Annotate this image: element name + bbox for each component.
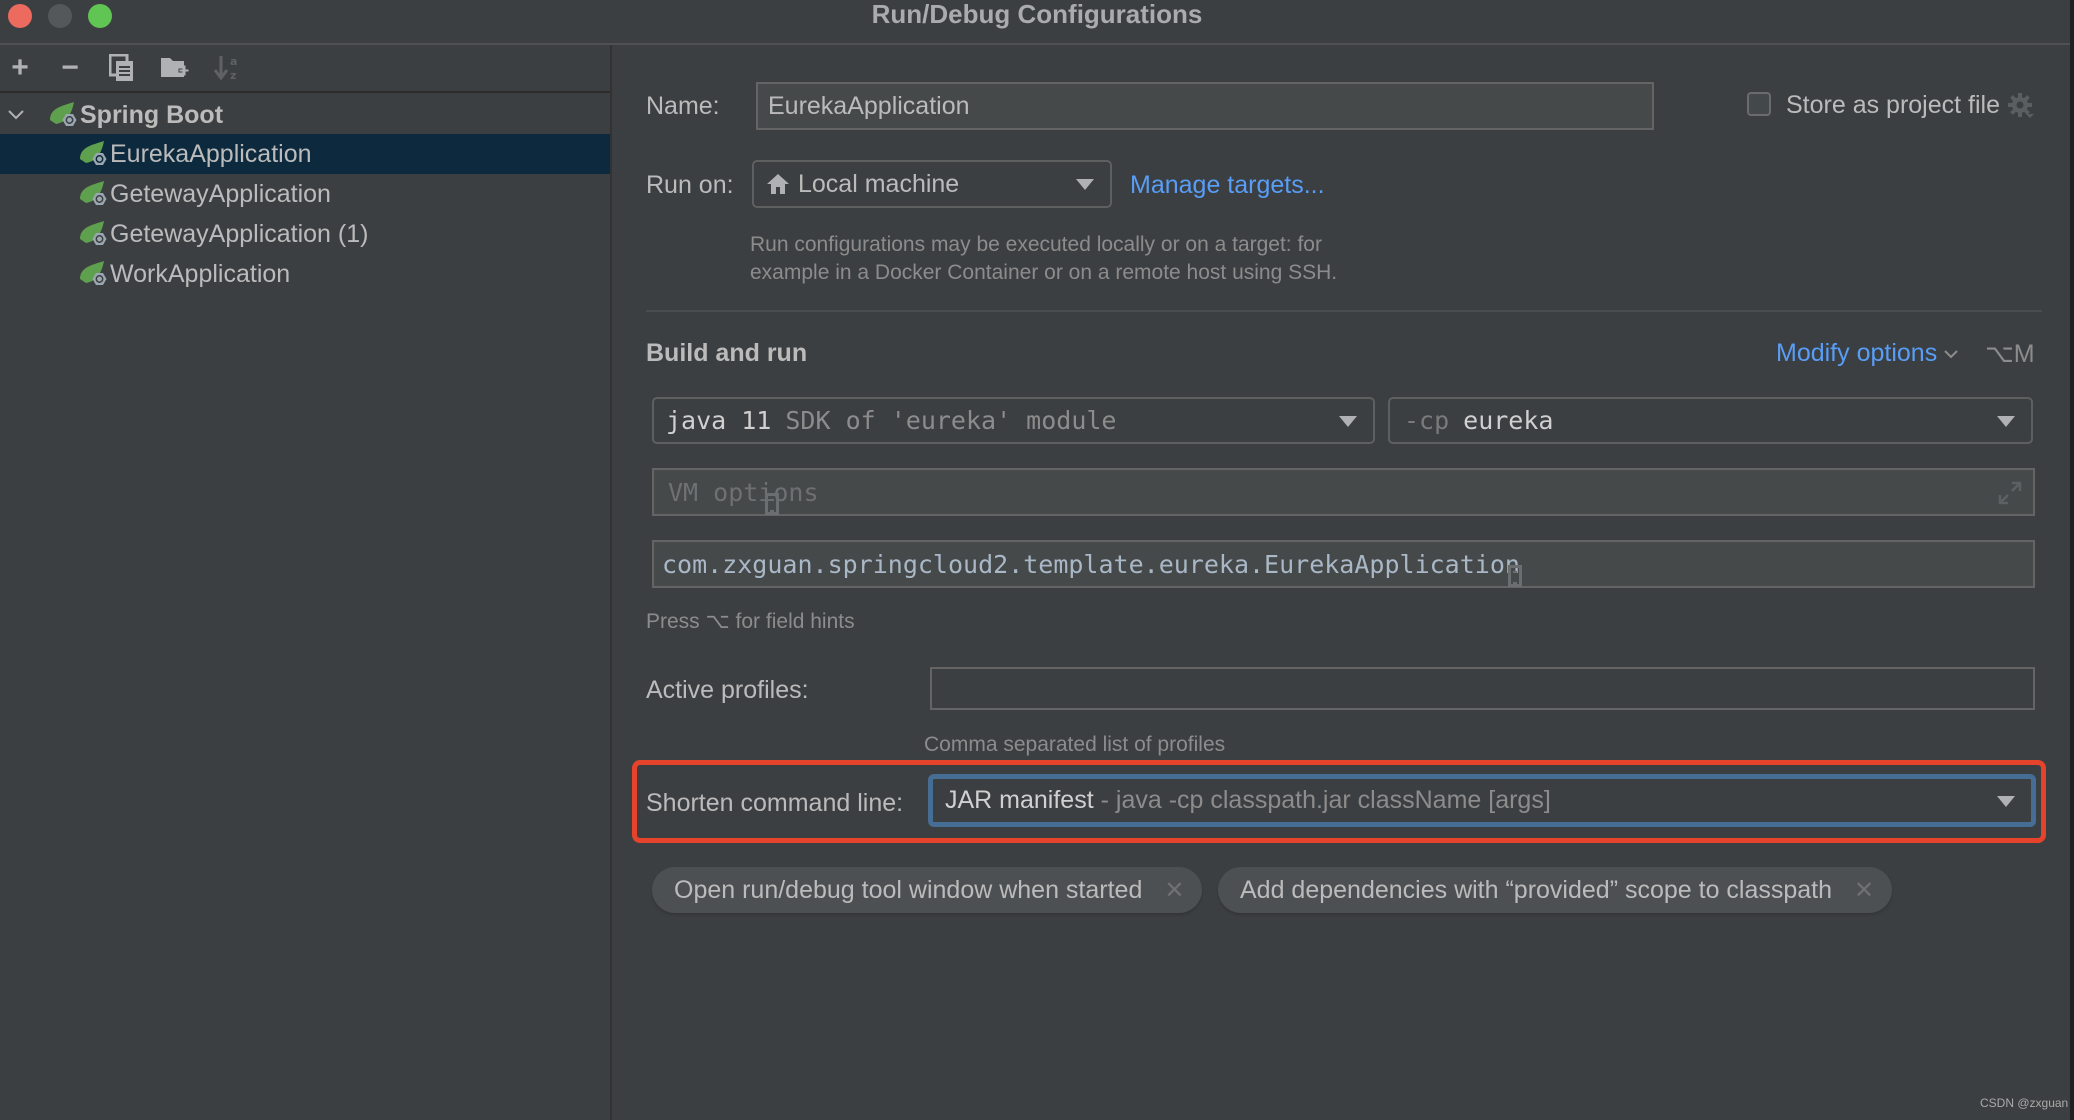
- spring-boot-icon: [80, 221, 107, 245]
- svg-text:z: z: [230, 69, 236, 82]
- classpath-module-dropdown[interactable]: -cp eureka: [1388, 397, 2033, 444]
- shorten-value-hint: - java -cp classpath.jar className [args…: [1093, 786, 1551, 814]
- option-chip-open-tool-window: Open run/debug tool window when started …: [652, 867, 1203, 913]
- field-hints-text: Press ⌥ for field hints: [646, 610, 855, 633]
- store-as-project-file-checkbox[interactable]: [1747, 92, 1771, 116]
- option-chip-provided-scope: Add dependencies with “provided” scope t…: [1218, 867, 1893, 913]
- svg-text:a: a: [230, 55, 237, 68]
- sort-alpha-icon: a z: [213, 55, 237, 82]
- shorten-command-line-dropdown[interactable]: JAR manifest - java -cp classpath.jar cl…: [928, 774, 2036, 827]
- dropdown-arrow-icon: [1339, 415, 1357, 427]
- cp-value: eureka: [1463, 406, 1554, 435]
- copy-configuration-button[interactable]: [102, 45, 142, 91]
- sort-button[interactable]: a z: [207, 45, 247, 91]
- main-class-input[interactable]: com.zxguan.springcloud2.template.eureka.…: [652, 540, 2035, 588]
- run-on-hint-line-2: example in a Docker Container or on a re…: [750, 261, 1338, 284]
- watermark: CSDN @zxguan: [1980, 1096, 2069, 1110]
- jre-sdk-dropdown[interactable]: java 11 SDK of 'eureka' module: [652, 397, 1375, 444]
- modify-options-label: Modify options: [1776, 339, 1938, 367]
- chevron-down-icon[interactable]: [8, 109, 24, 121]
- home-icon: [767, 174, 789, 194]
- spring-boot-icon: [50, 102, 77, 126]
- dropdown-arrow-icon: [1076, 179, 1094, 190]
- manage-targets-link[interactable]: Manage targets...: [1130, 171, 1325, 200]
- tree-item-eurekaapplication[interactable]: EurekaApplication: [0, 134, 610, 174]
- window-title: Run/Debug Configurations: [871, 0, 1203, 29]
- build-and-run-title: Build and run: [646, 339, 808, 367]
- active-profiles-input[interactable]: [930, 667, 2035, 710]
- sidebar-toolbar: + − a z: [0, 45, 610, 93]
- minus-icon: −: [61, 51, 79, 84]
- run-on-value: Local machine: [798, 169, 960, 198]
- title-bar: Run/Debug Configurations: [0, 0, 2074, 45]
- tree-item-workapplication[interactable]: WorkApplication: [0, 254, 610, 294]
- add-configuration-button[interactable]: +: [0, 45, 40, 91]
- run-on-hint-line-1: Run configurations may be executed local…: [750, 233, 1322, 256]
- name-label: Name:: [646, 92, 720, 120]
- window-edge: [2070, 0, 2074, 1120]
- vm-options-input[interactable]: VM options: [652, 468, 2035, 516]
- remove-option-icon[interactable]: ✕: [1164, 876, 1184, 905]
- tree-item-label: EurekaApplication: [110, 139, 312, 168]
- gear-icon[interactable]: [2007, 92, 2035, 120]
- tree-group-spring-boot[interactable]: Spring Boot: [0, 95, 610, 135]
- section-divider: [646, 310, 2042, 312]
- spring-boot-icon: [80, 261, 107, 285]
- vm-options-placeholder: VM options: [668, 477, 819, 507]
- sdk-value: java 11: [666, 406, 772, 435]
- dropdown-arrow-icon: [1997, 415, 2015, 427]
- insert-macro-icon[interactable]: [764, 493, 779, 515]
- active-profiles-hint: Comma separated list of profiles: [924, 733, 1226, 756]
- new-folder-button[interactable]: [155, 45, 195, 91]
- chip-label: Open run/debug tool window when started: [674, 875, 1143, 904]
- main-class-value: com.zxguan.springcloud2.template.eureka.…: [662, 549, 1520, 579]
- name-input-value: EurekaApplication: [768, 91, 970, 120]
- tree-item-label: GetewayApplication: [110, 179, 331, 208]
- tree-item-getewayapplication-1[interactable]: GetewayApplication (1): [0, 214, 610, 254]
- browse-class-icon[interactable]: [1507, 565, 1522, 587]
- tree-item-getewayapplication[interactable]: GetewayApplication: [0, 174, 610, 214]
- sdk-hint: SDK of 'eureka' module: [785, 406, 1117, 435]
- remove-configuration-button[interactable]: −: [50, 45, 90, 91]
- folder-add-icon: [161, 58, 190, 77]
- run-on-dropdown[interactable]: Local machine: [752, 160, 1112, 208]
- name-input[interactable]: EurekaApplication: [756, 82, 1654, 130]
- tree-item-label: GetewayApplication (1): [110, 219, 369, 248]
- shorten-command-line-label: Shorten command line:: [646, 789, 904, 817]
- chevron-down-icon: [1944, 349, 1958, 358]
- remove-option-icon[interactable]: ✕: [1854, 876, 1874, 905]
- cp-prefix: -cp: [1404, 406, 1450, 435]
- dropdown-arrow-icon: [1997, 795, 2015, 807]
- spring-boot-icon: [80, 181, 107, 205]
- store-as-project-file-label[interactable]: Store as project file: [1786, 91, 2000, 120]
- expand-icon[interactable]: [1997, 480, 2023, 506]
- tree-item-label: WorkApplication: [110, 259, 291, 288]
- run-on-label: Run on:: [646, 171, 734, 199]
- plus-icon: +: [11, 51, 29, 84]
- spring-boot-icon: [80, 141, 107, 165]
- active-profiles-label: Active profiles:: [646, 676, 809, 704]
- modify-options-button[interactable]: Modify options: [1776, 339, 1959, 368]
- modify-options-shortcut: ⌥M: [1985, 340, 2035, 368]
- tree-group-label: Spring Boot: [80, 100, 224, 129]
- copy-icon: [109, 54, 133, 81]
- shorten-value: JAR manifest: [945, 786, 1094, 814]
- chip-label: Add dependencies with “provided” scope t…: [1240, 875, 1833, 904]
